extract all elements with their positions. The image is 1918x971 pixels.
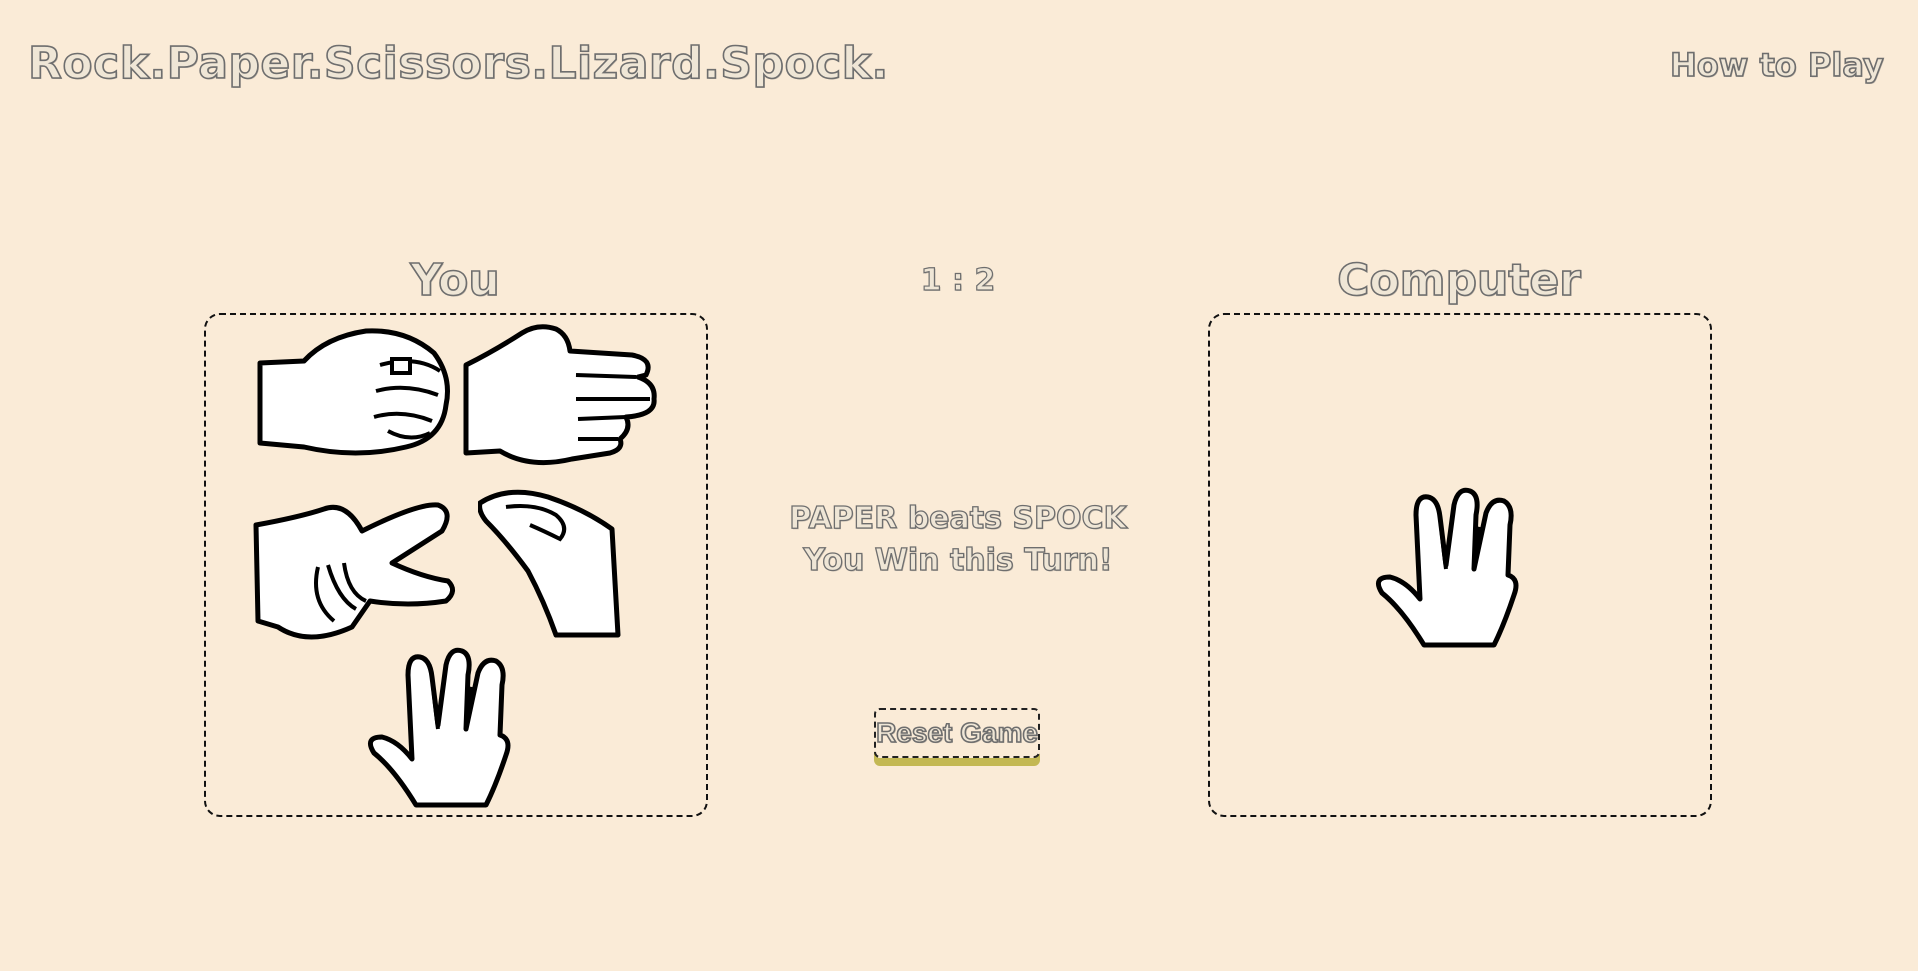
result-outcome: You Win this Turn!: [803, 542, 1114, 578]
game-title: Rock.Paper.Scissors.Lizard.Spock.: [27, 37, 889, 90]
how-to-play-link[interactable]: How to Play: [1669, 44, 1884, 86]
reset-game-button[interactable]: Reset Game: [874, 708, 1040, 758]
lizard-hand-icon[interactable]: [478, 481, 628, 651]
score-display: 1 : 2: [920, 262, 996, 298]
spock-hand-icon: [1372, 485, 1532, 653]
paper-hand-icon[interactable]: [460, 319, 660, 469]
rock-hand-icon[interactable]: [256, 325, 456, 461]
result-matchup: PAPER beats SPOCK: [789, 500, 1128, 536]
spock-hand-icon[interactable]: [364, 645, 524, 809]
player-label: You: [410, 254, 501, 307]
computer-label: Computer: [1336, 254, 1581, 307]
scissors-hand-icon[interactable]: [252, 481, 462, 643]
turn-result: PAPER beats SPOCK You Win this Turn!: [758, 498, 1158, 582]
player-choices-panel: [204, 313, 708, 817]
computer-choice-panel: [1208, 313, 1712, 817]
